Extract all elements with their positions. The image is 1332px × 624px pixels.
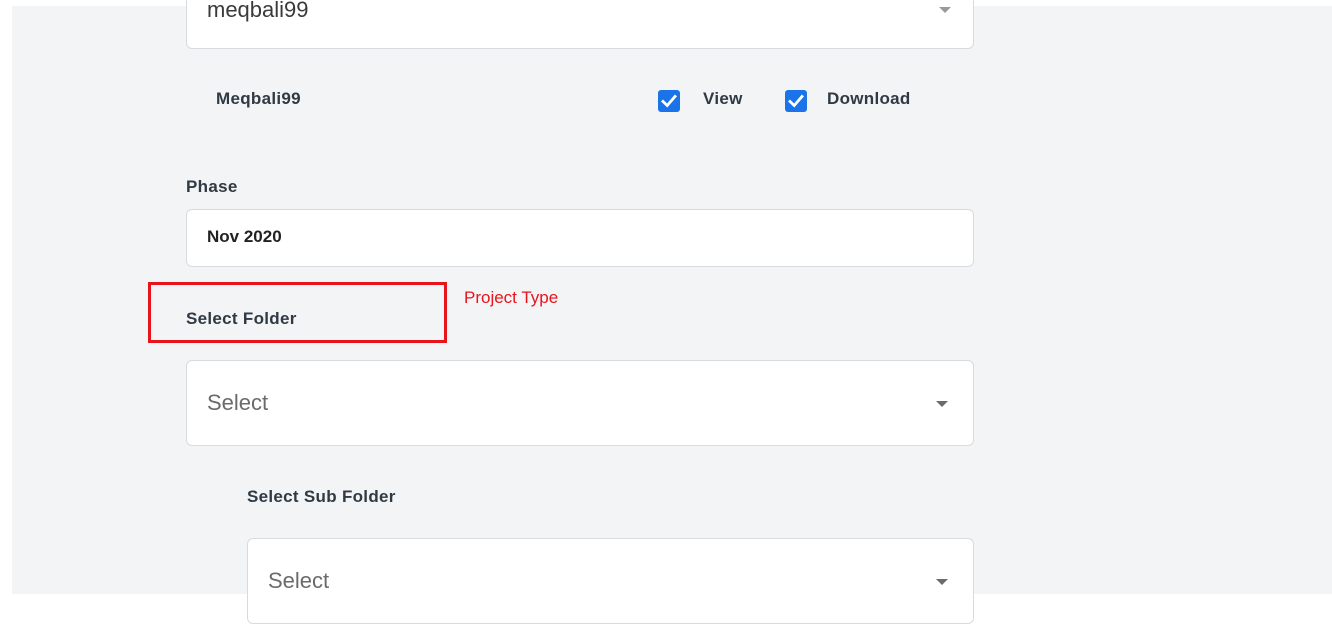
phase-value: Nov 2020 <box>207 227 282 246</box>
user-select-value: meqbali99 <box>207 0 309 22</box>
phase-label: Phase <box>186 177 238 196</box>
phase-field[interactable]: Nov 2020 <box>186 209 974 267</box>
download-checkbox[interactable] <box>785 90 807 112</box>
annotation-label: Project Type <box>464 288 559 307</box>
select-folder-placeholder: Select <box>207 390 269 415</box>
chevron-down-icon <box>936 579 948 585</box>
checkmark-icon <box>661 94 677 108</box>
select-folder-dropdown[interactable]: Select <box>186 360 974 446</box>
select-folder-label: Select Folder <box>186 309 297 328</box>
select-sub-folder-label: Select Sub Folder <box>247 487 396 506</box>
view-label[interactable]: View <box>703 89 743 109</box>
checkmark-icon <box>788 94 804 108</box>
select-sub-folder-placeholder: Select <box>268 568 330 593</box>
chevron-down-icon <box>936 401 948 407</box>
select-sub-folder-dropdown[interactable]: Select <box>247 538 974 624</box>
permission-username: Meqbali99 <box>216 89 301 108</box>
chevron-down-icon <box>939 7 951 13</box>
user-select[interactable]: meqbali99 <box>186 0 974 49</box>
view-checkbox[interactable] <box>658 90 680 112</box>
download-label[interactable]: Download <box>827 89 911 109</box>
